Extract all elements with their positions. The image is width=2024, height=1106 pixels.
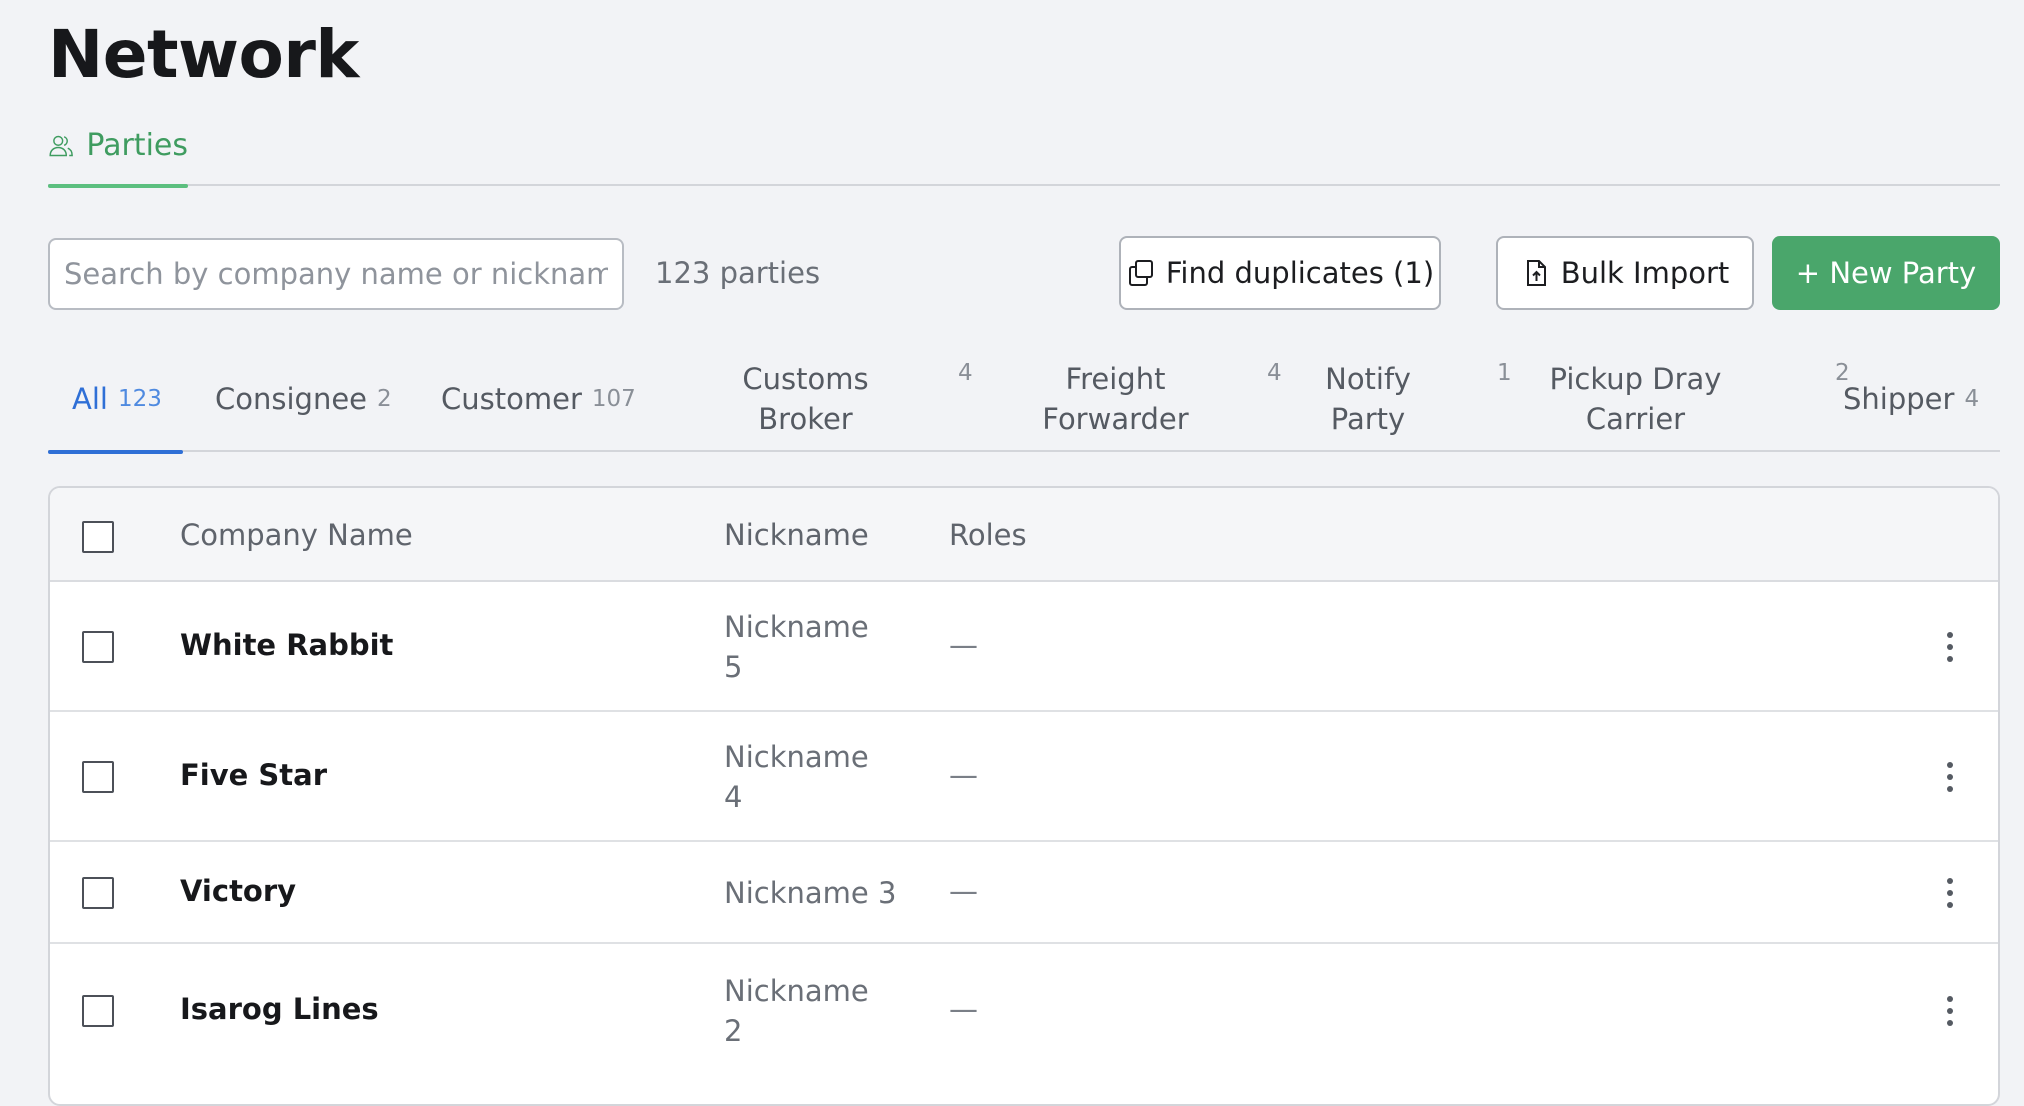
table-row[interactable]: Five Star Nickname 4 — [50, 712, 1998, 842]
row-checkbox[interactable] [82, 631, 114, 663]
nickname: Nickname 5 [724, 610, 869, 684]
role-tab-label: Customs Broker [742, 362, 869, 436]
parties-table: Company Name Nickname Roles White Rabbit… [48, 486, 2000, 1106]
row-checkbox[interactable] [82, 877, 114, 909]
role-tab-count: 123 [117, 386, 162, 412]
tab-active-indicator [48, 184, 188, 188]
bulk-import-button[interactable]: Bulk Import [1496, 236, 1754, 310]
role-tab-count: 4 [958, 360, 973, 386]
table-row[interactable]: Isarog Lines Nickname 2 — [50, 944, 1998, 1074]
role-tab-all[interactable]: All 123 [48, 346, 183, 454]
role-tab-notify-party[interactable]: Notify Party 1 [1303, 346, 1512, 452]
more-vertical-icon[interactable] [1938, 993, 1962, 1029]
role-tab-consignee[interactable]: Consignee 2 [215, 346, 392, 452]
role-tab-label: Pickup Dray Carrier [1549, 362, 1722, 436]
party-count: 123 parties [655, 256, 821, 290]
role-tab-label: Freight Forwarder [1042, 362, 1189, 436]
company-name: White Rabbit [180, 628, 394, 662]
find-duplicates-button[interactable]: Find duplicates (1) [1119, 236, 1441, 310]
tab-parties[interactable]: Parties [48, 120, 188, 188]
select-all-checkbox[interactable] [82, 521, 114, 553]
role-tab-label: Shipper [1843, 382, 1955, 416]
find-duplicates-label: Find duplicates (1) [1165, 256, 1435, 290]
search-input[interactable] [48, 238, 624, 310]
more-vertical-icon[interactable] [1938, 759, 1962, 795]
column-header-company: Company Name [180, 518, 413, 552]
role-tab-count: 1 [1497, 360, 1512, 386]
top-tab-bar: Parties [48, 120, 2000, 188]
role-tab-count: 4 [1267, 360, 1282, 386]
column-header-roles: Roles [949, 518, 1027, 552]
role-tab-customs-broker[interactable]: Customs Broker 4 [723, 346, 972, 452]
role-tab-freight-forwarder[interactable]: Freight Forwarder 4 [1017, 346, 1281, 452]
role-tab-count: 2 [377, 386, 392, 412]
page: Network Parties 123 parties Find duplica… [48, 0, 2000, 1106]
role-tab-customer[interactable]: Customer 107 [441, 346, 636, 452]
file-upload-icon [1526, 260, 1546, 286]
role-tab-label: Customer [441, 382, 582, 416]
bulk-import-label: Bulk Import [1560, 256, 1730, 290]
more-vertical-icon[interactable] [1938, 629, 1962, 665]
nickname: Nickname 3 [724, 876, 897, 910]
role-tab-label: Notify Party [1325, 362, 1411, 436]
page-title: Network [48, 16, 359, 93]
row-checkbox[interactable] [82, 761, 114, 793]
role-tab-active-indicator [48, 450, 183, 454]
company-name: Five Star [180, 758, 328, 792]
role-filter-tabs: All 123 Consignee 2 Customer 107 Customs… [48, 346, 2000, 454]
row-checkbox[interactable] [82, 995, 114, 1027]
tab-parties-label: Parties [86, 128, 188, 163]
column-header-nickname: Nickname [724, 518, 869, 552]
roles-value: — [949, 628, 978, 662]
roles-value: — [949, 874, 978, 908]
toolbar: 123 parties Find duplicates (1) Bulk Imp… [48, 236, 2000, 310]
copy-icon [1128, 260, 1153, 286]
users-icon [49, 135, 73, 157]
roles-value: — [949, 992, 978, 1026]
role-tab-shipper[interactable]: Shipper 4 [1843, 346, 1979, 452]
table-row[interactable]: White Rabbit Nickname 5 — [50, 582, 1998, 712]
role-tab-label: Consignee [215, 382, 368, 416]
nickname: Nickname 2 [724, 974, 869, 1048]
role-tab-count: 4 [1964, 386, 1980, 412]
roles-value: — [949, 758, 978, 792]
company-name: Victory [180, 874, 297, 908]
role-tab-count: 107 [591, 386, 636, 412]
role-tab-label: All [72, 382, 108, 416]
company-name: Isarog Lines [180, 992, 379, 1026]
table-row[interactable]: Victory Nickname 3 — [50, 842, 1998, 944]
more-vertical-icon[interactable] [1938, 875, 1962, 911]
table-header: Company Name Nickname Roles [50, 488, 1998, 582]
nickname: Nickname 4 [724, 740, 869, 814]
role-tab-pickup-dray-carrier[interactable]: Pickup Dray Carrier 2 [1543, 346, 1850, 452]
new-party-button[interactable]: + New Party [1772, 236, 2000, 310]
